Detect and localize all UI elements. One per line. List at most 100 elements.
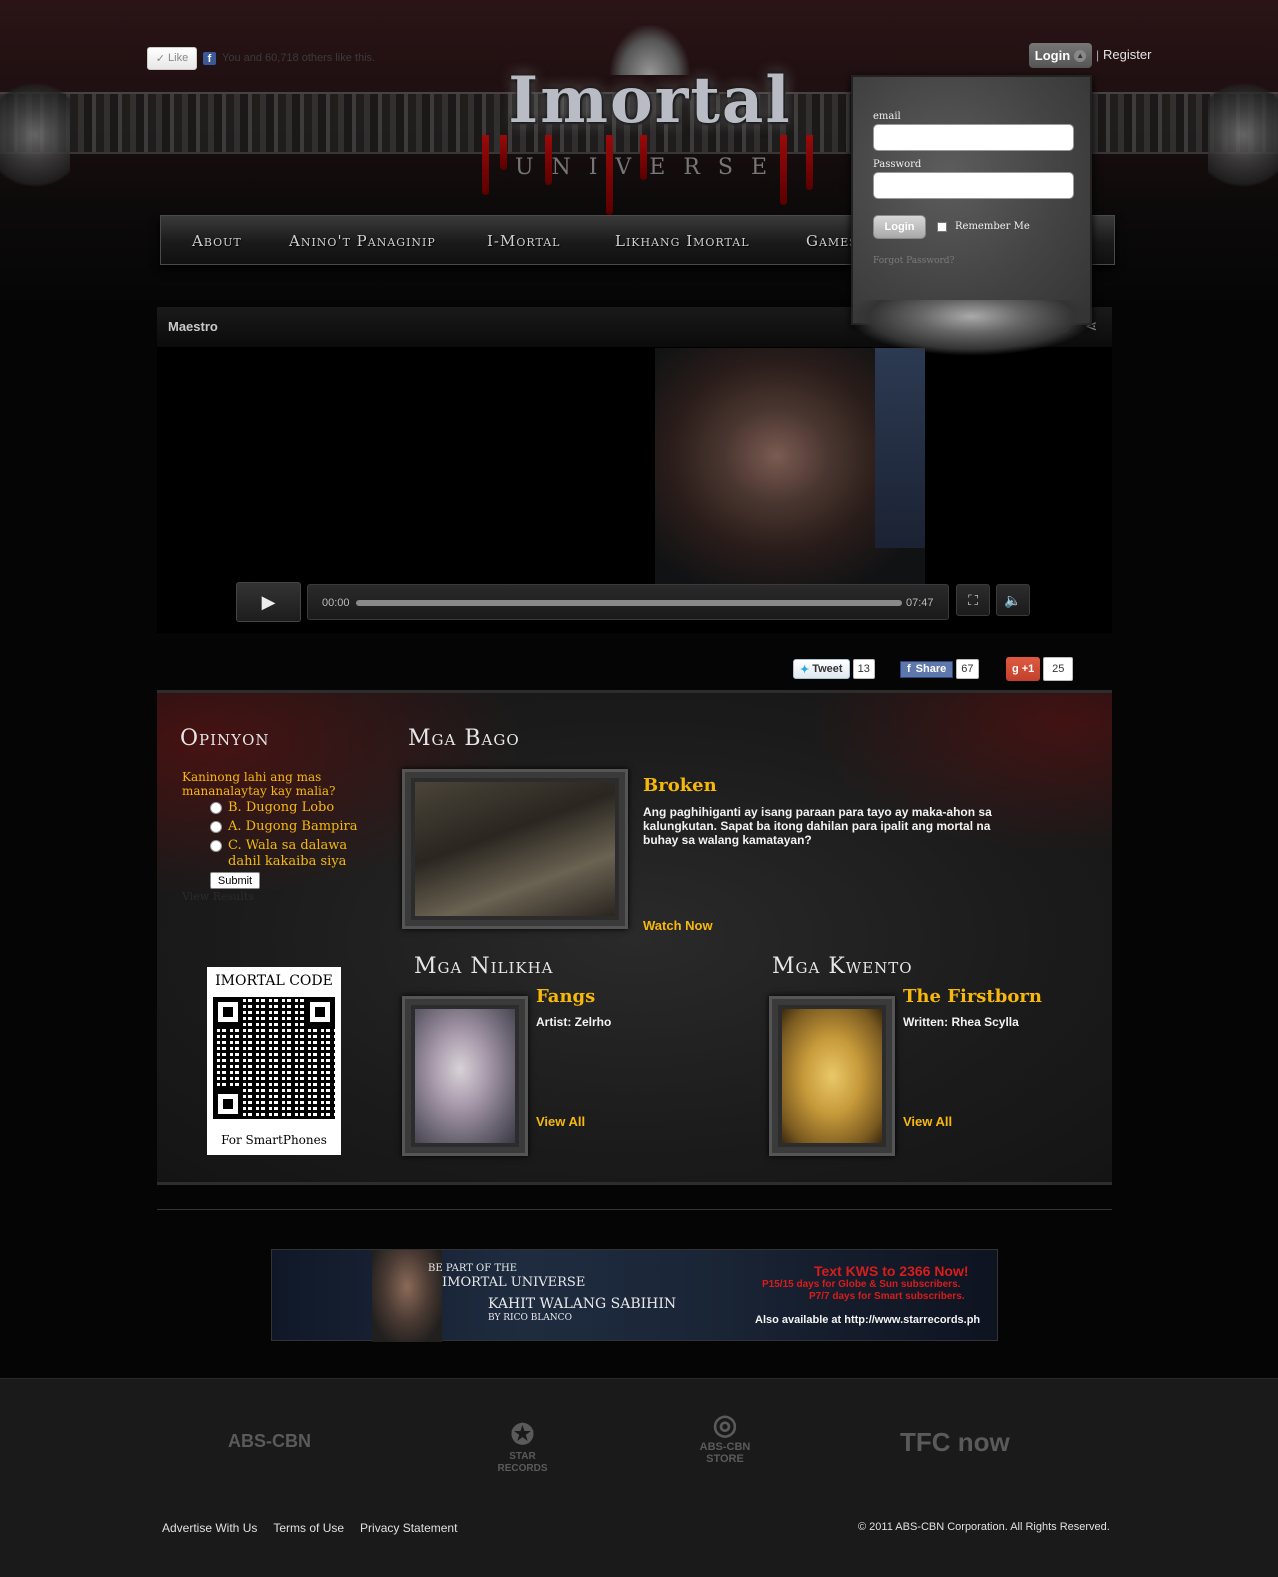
qr-finder [213, 1089, 243, 1119]
logo-subtitle: UNIVERSE [514, 155, 786, 180]
facebook-share-button[interactable]: f Share [900, 660, 954, 678]
facebook-icon: f [907, 663, 911, 675]
gplus-label: +1 [1021, 663, 1035, 675]
login-panel: email Password Login Remember Me Forgot … [851, 75, 1092, 325]
google-plus-icon: g [1012, 663, 1019, 675]
google-plus-button[interactable]: g +1 [1006, 657, 1041, 681]
email-label: email [873, 111, 901, 122]
site-logo[interactable]: Imortal UNIVERSE [470, 25, 830, 225]
login-toggle-button[interactable]: Login ▲ [1029, 43, 1092, 68]
broken-thumbnail[interactable] [402, 769, 628, 929]
qr-finder [213, 997, 243, 1027]
forgot-password-link[interactable]: Forgot Password? [873, 256, 954, 266]
mga-kwento-heading: Mga Kwento [772, 954, 913, 979]
like-label: Like [168, 52, 189, 64]
checkmark-icon: ✓ [155, 52, 166, 65]
chevron-up-icon: ▲ [1074, 49, 1087, 62]
poll-option[interactable]: C. Wala sa dalawa dahil kakaiba siya [210, 838, 360, 870]
advertise-link[interactable]: Advertise With Us [162, 1521, 257, 1535]
facebook-share-widget: f Share 67 [900, 658, 979, 680]
password-field[interactable] [873, 172, 1074, 199]
remember-me-label: Remember Me [955, 221, 1030, 232]
nav-item-likhang-imortal[interactable]: Likhang Imortal [615, 232, 750, 250]
blood-drip [545, 135, 552, 185]
abs-cbn-logo[interactable]: ABS-CBN [228, 1431, 311, 1452]
poll-option-label: B. Dugong Lobo [228, 800, 335, 815]
fullscreen-button[interactable]: ⛶ [956, 584, 990, 616]
share-count: 67 [956, 659, 979, 679]
nav-item-i-mortal[interactable]: I-Mortal [487, 232, 560, 250]
gplus-count: 25 [1043, 657, 1074, 681]
abs-cbn-store-logo[interactable]: ◎ ABS-CBN STORE [685, 1409, 765, 1465]
copyright-text: © 2011 ABS-CBN Corporation. All Rights R… [858, 1521, 1110, 1533]
header-ornament-right [1208, 80, 1278, 190]
content-panel: Opinyon Kaninong lahi ang mas mananalayt… [157, 690, 1112, 1185]
google-plus-widget: g +1 25 [1006, 657, 1074, 681]
kwento-view-all-link[interactable]: View All [903, 1114, 952, 1129]
logo-title: Imortal [508, 63, 792, 138]
store-icon: ◎ [712, 1409, 738, 1440]
volume-icon: 🔈 [1004, 591, 1022, 608]
broken-title[interactable]: Broken [643, 775, 717, 796]
progress-track[interactable] [356, 600, 902, 606]
watch-now-link[interactable]: Watch Now [643, 918, 713, 933]
video-controls: ▶ 00:00 07:47 ⛶ 🔈 [236, 582, 1033, 622]
remember-me-checkbox[interactable] [937, 222, 947, 232]
blood-drip [500, 135, 507, 170]
star-records-label: STAR RECORDS [497, 1451, 548, 1474]
header-ornament-left [0, 80, 70, 190]
poll-radio[interactable] [210, 821, 222, 833]
promo-banner[interactable]: BE PART OF THE IMORTAL UNIVERSE KAHIT WA… [271, 1249, 998, 1342]
nav-item-about[interactable]: About [192, 232, 242, 250]
poll-submit-button[interactable]: Submit [210, 872, 260, 889]
qr-subtitle: For SmartPhones [221, 1133, 327, 1147]
tfc-now-logo[interactable]: TFC now [900, 1427, 1010, 1458]
tweet-button[interactable]: ✦ Tweet [793, 659, 850, 679]
blood-drip [640, 135, 647, 180]
facebook-icon: f [203, 51, 216, 65]
banner-line2: IMORTAL UNIVERSE [442, 1275, 586, 1290]
like-button[interactable]: ✓ Like [147, 46, 197, 70]
twitter-icon: ✦ [800, 663, 810, 676]
blood-drip [606, 135, 613, 215]
firstborn-thumbnail[interactable] [769, 996, 895, 1156]
firstborn-title[interactable]: The Firstborn [903, 986, 1042, 1007]
header-separator: | [1096, 48, 1100, 62]
current-time: 00:00 [322, 597, 350, 609]
login-toggle-label: Login [1034, 48, 1071, 63]
facebook-like-widget: ✓ Like f You and 60,718 others like this… [147, 46, 375, 70]
firstborn-writer: Written: Rhea Scylla [903, 1015, 1019, 1029]
mga-nilikha-heading: Mga Nilikha [414, 954, 554, 979]
poll-option[interactable]: B. Dugong Lobo [210, 800, 334, 816]
fangs-artist: Artist: Zelrho [536, 1015, 612, 1029]
terms-link[interactable]: Terms of Use [273, 1521, 344, 1535]
email-field[interactable] [873, 124, 1074, 151]
register-link[interactable]: Register [1103, 47, 1151, 62]
blood-drip [482, 135, 489, 195]
poll-option[interactable]: A. Dugong Bampira [210, 819, 358, 835]
video-frame[interactable] [655, 348, 925, 588]
firstborn-image [782, 1009, 882, 1143]
nav-item-games[interactable]: Games [806, 232, 858, 250]
mga-bago-heading: Mga Bago [408, 726, 520, 751]
star-records-logo[interactable]: ✪ STAR RECORDS [490, 1419, 555, 1475]
login-submit-button[interactable]: Login [873, 215, 926, 239]
blood-drip [806, 135, 813, 190]
fangs-thumbnail[interactable] [402, 996, 528, 1156]
nilikha-view-all-link[interactable]: View All [536, 1114, 585, 1129]
fangs-title[interactable]: Fangs [536, 986, 595, 1007]
play-button[interactable]: ▶ [236, 582, 301, 622]
privacy-link[interactable]: Privacy Statement [360, 1521, 457, 1535]
fangs-image [415, 1009, 515, 1143]
footer-links: Advertise With Us Terms of Use Privacy S… [162, 1521, 457, 1535]
blood-drip [780, 135, 787, 205]
view-results-link[interactable]: View Results [182, 890, 254, 903]
video-timeline[interactable]: 00:00 07:47 [307, 584, 949, 620]
poll-radio[interactable] [210, 802, 222, 814]
poll-radio[interactable] [210, 840, 222, 852]
qr-code-image [213, 997, 335, 1119]
volume-button[interactable]: 🔈 [996, 584, 1030, 616]
banner-line1: BE PART OF THE [428, 1263, 518, 1274]
poll-question: Kaninong lahi ang mas mananalaytay kay m… [182, 770, 336, 798]
nav-item-anino[interactable]: Anino't Panaginip [289, 232, 436, 250]
